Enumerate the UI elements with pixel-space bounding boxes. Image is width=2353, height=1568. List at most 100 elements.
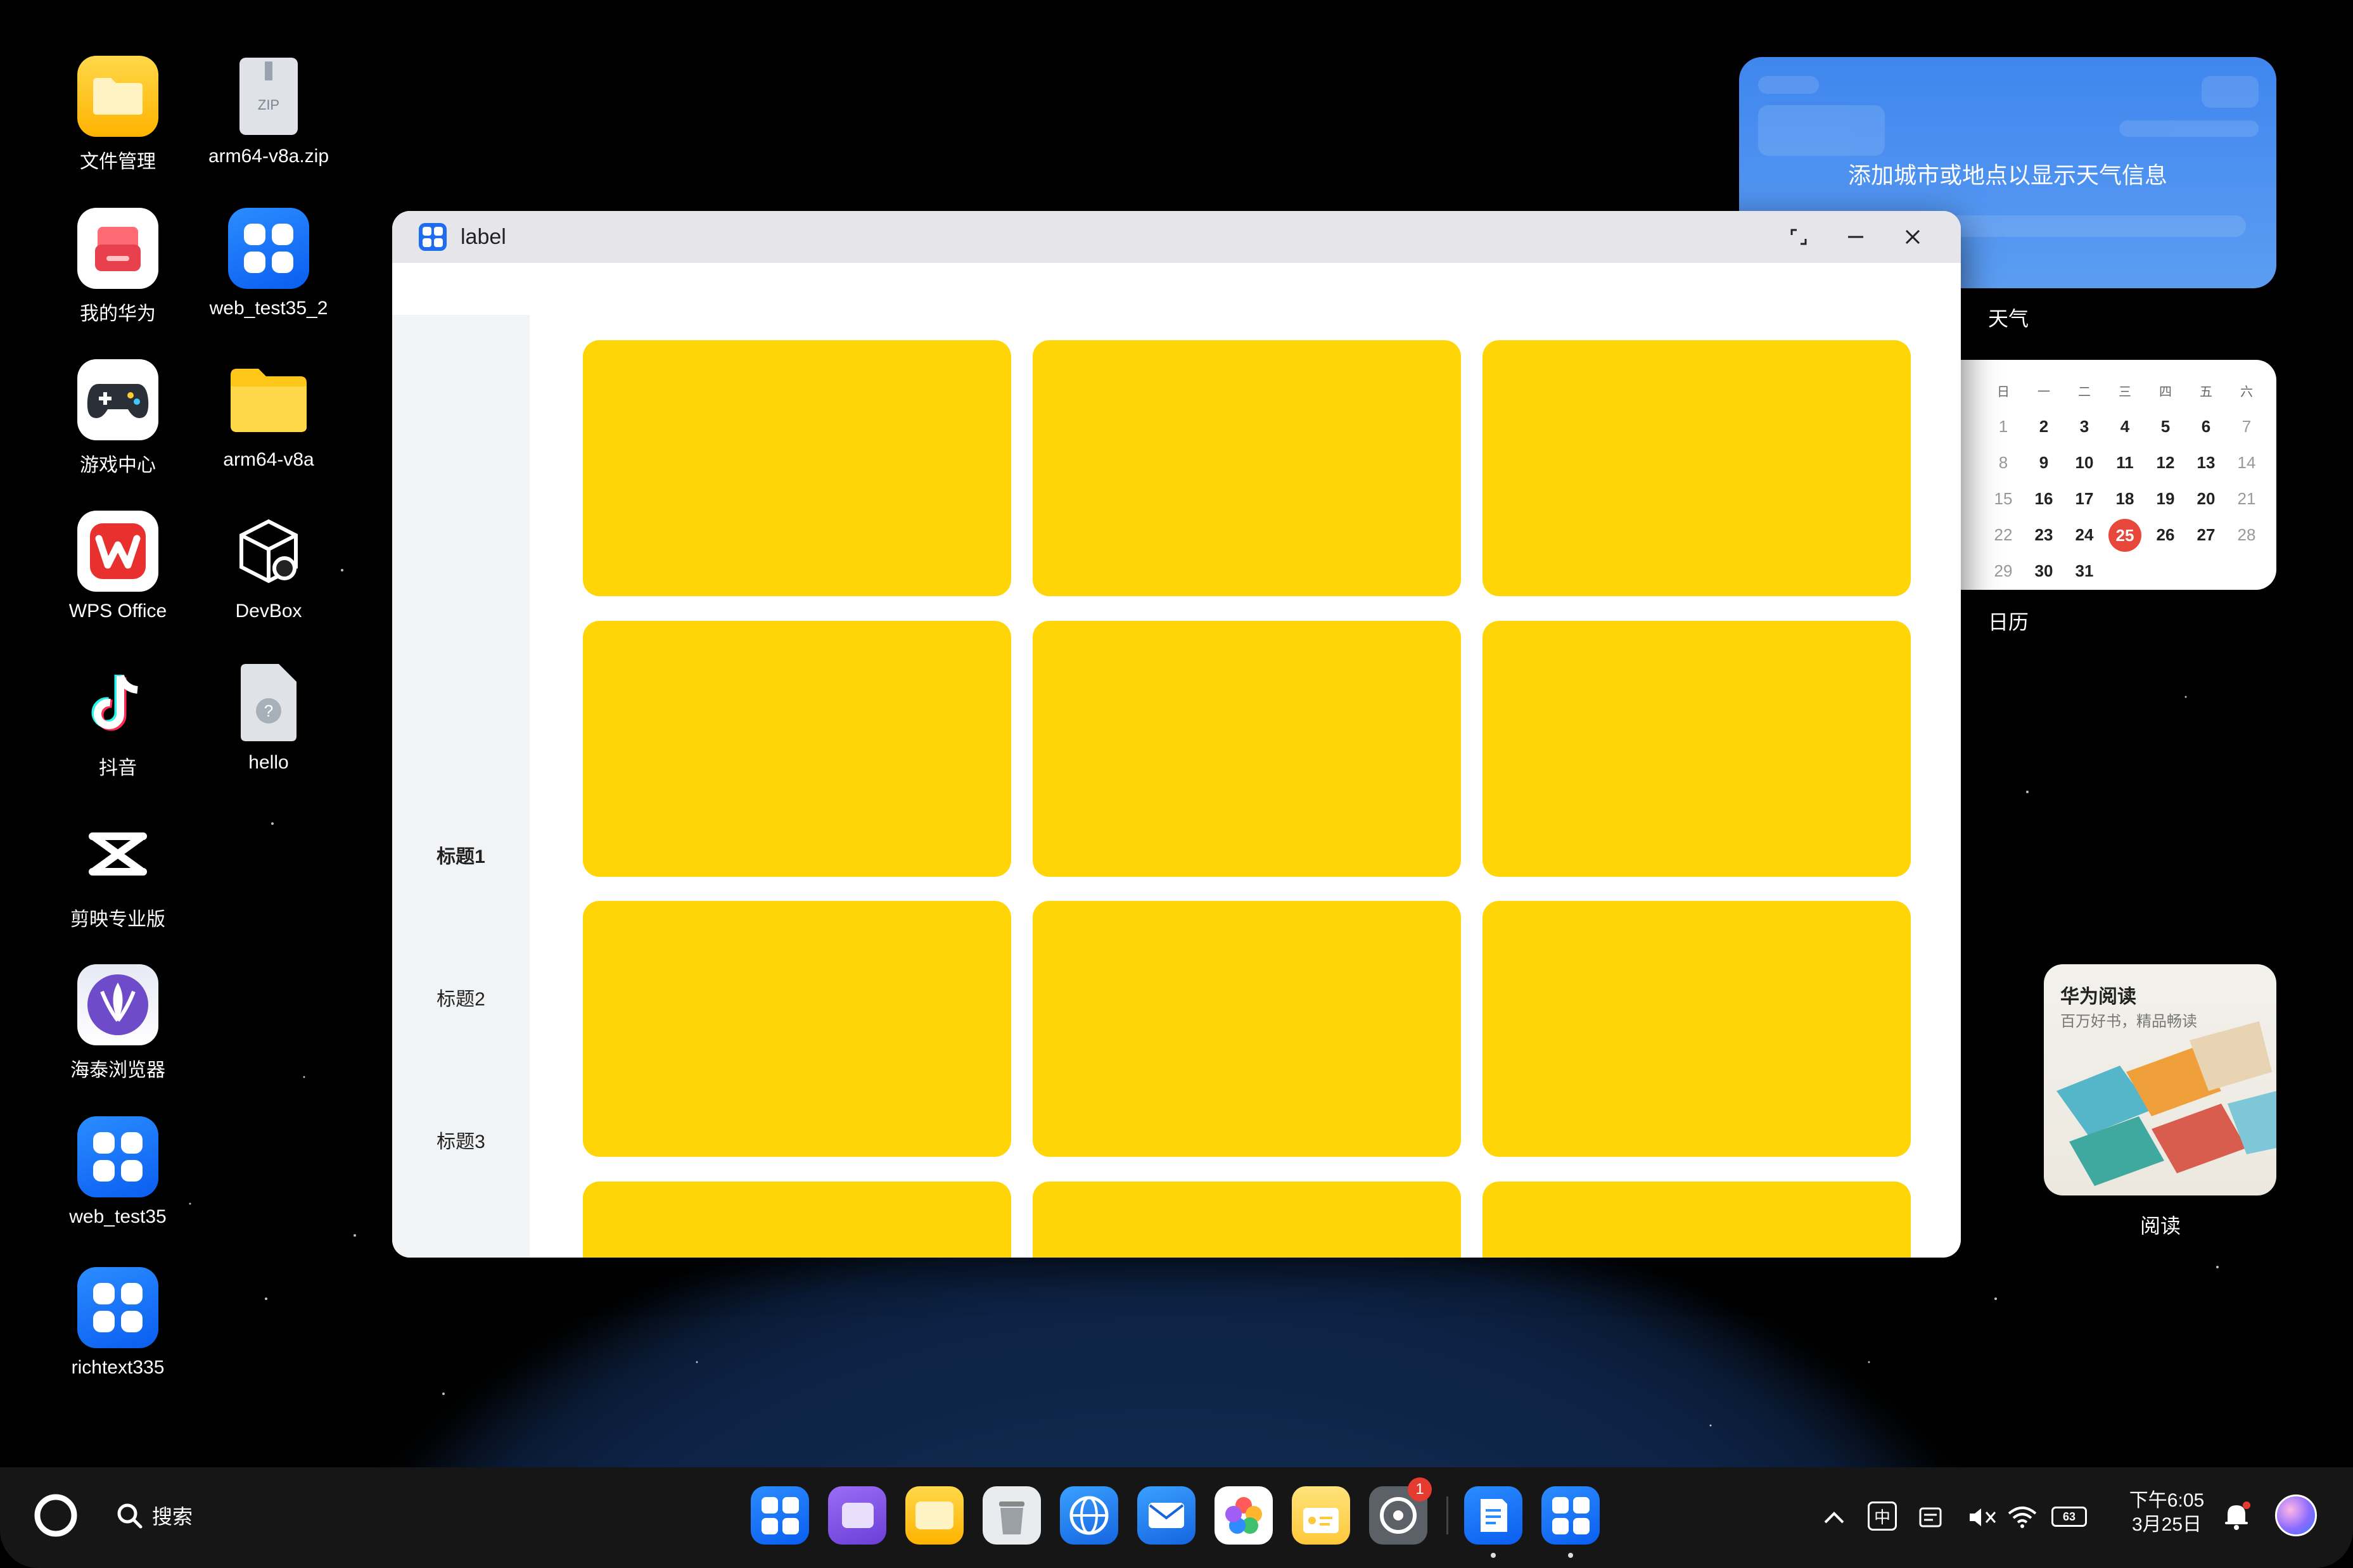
tray-battery[interactable]: 63 [2048,1503,2091,1531]
tray-clipboard[interactable] [1915,1501,1946,1533]
desktop-icon-my-huawei[interactable]: 我的华为 [45,208,191,326]
content-card[interactable] [583,340,1011,596]
assistant-orb[interactable] [2272,1491,2320,1539]
tab-title-3[interactable]: 标题3 [392,1126,530,1154]
content-card[interactable] [1483,1182,1911,1258]
desktop-icon-label: 抖音 [99,758,137,779]
calendar-day[interactable]: 2 [2024,417,2064,437]
dock-recycle-bin[interactable] [983,1486,1041,1545]
running-indicator [1491,1553,1496,1558]
calendar-day[interactable]: 28 [2226,525,2267,545]
desktop-icon-haitai-browser[interactable]: 海泰浏览器 [45,964,191,1082]
content-card[interactable] [583,1182,1011,1258]
calendar-day[interactable]: 17 [2064,489,2105,509]
calendar-day[interactable]: 8 [1983,453,2024,473]
calendar-day[interactable]: 1 [1983,417,2024,437]
content-card[interactable] [583,621,1011,877]
desktop-icon-devbox[interactable]: DevBox [196,511,341,622]
calendar-day[interactable]: 26 [2145,525,2186,545]
content-card[interactable] [1033,340,1461,596]
calendar-day[interactable]: 20 [2186,489,2226,509]
tray-expand-button[interactable] [1818,1501,1850,1533]
calendar-today[interactable]: 25 [2105,518,2145,552]
tray-notifications[interactable] [2217,1496,2255,1534]
window-close-button[interactable] [1894,222,1932,252]
content-card[interactable] [1033,901,1461,1157]
calendar-day[interactable]: 15 [1983,489,2024,509]
tab-title-1[interactable]: 标题1 [392,841,530,869]
content-card[interactable] [1483,340,1911,596]
dock-file-manager[interactable] [905,1486,964,1545]
calendar-day[interactable]: 7 [2226,417,2267,437]
calendar-day[interactable]: 11 [2105,453,2145,473]
desktop-icon-richtext335[interactable]: richtext335 [45,1267,191,1379]
calendar-day[interactable]: 14 [2226,453,2267,473]
dock-app-center[interactable] [751,1486,809,1545]
gallery-icon [1225,1497,1262,1534]
calendar-day[interactable]: 22 [1983,525,2024,545]
tray-clock[interactable]: 下午6:05 3月25日 [2122,1489,2211,1537]
dock-browser[interactable] [1060,1486,1118,1545]
trash-icon [999,1501,1024,1534]
dock-multitask[interactable] [828,1486,886,1545]
windows-icon [842,1503,874,1528]
calendar-day[interactable]: 3 [2064,417,2105,437]
calendar-day[interactable]: 24 [2064,525,2105,545]
calendar-day[interactable]: 16 [2024,489,2064,509]
dock-mail[interactable] [1137,1486,1196,1545]
dock-gallery[interactable] [1215,1486,1273,1545]
content-card[interactable] [1483,621,1911,877]
tab-title-2[interactable]: 标题2 [392,983,530,1011]
app-grid-icon [1552,1496,1590,1534]
content-card[interactable] [583,901,1011,1157]
calendar-day[interactable]: 21 [2226,489,2267,509]
calendar-day[interactable]: 29 [1983,561,2024,581]
calendar-day[interactable]: 6 [2186,417,2226,437]
calendar-day[interactable]: 12 [2145,453,2186,473]
calendar-day[interactable]: 13 [2186,453,2226,473]
desktop-icon-zip-file[interactable]: ZIP arm64-v8a.zip [196,56,341,167]
tray-wifi[interactable] [2005,1501,2040,1533]
desktop-icon-wps-office[interactable]: WPS Office [45,511,191,622]
content-card[interactable] [1483,901,1911,1157]
gamepad-icon [77,359,158,440]
calendar-day[interactable]: 19 [2145,489,2186,509]
window-maximize-button[interactable] [1780,222,1818,252]
dock-open-notepad[interactable] [1464,1486,1522,1545]
calendar-day[interactable]: 10 [2064,453,2105,473]
calendar-day[interactable]: 31 [2064,561,2105,581]
calendar-day[interactable]: 18 [2105,489,2145,509]
window-titlebar[interactable]: label [392,211,1961,263]
desktop-icon-hello[interactable]: ? hello [196,662,341,774]
calendar-widget[interactable]: 日一二三四五六 1 2 3 4 5 6 7 8 9 10 11 12 13 14 15 16 17 18 19 20 21… [1926,360,2276,590]
calendar-day[interactable]: 30 [2024,561,2064,581]
desktop-icon-web-test35-2[interactable]: web_test35_2 [196,208,341,319]
app-grid-icon [419,223,447,251]
desktop-icon-capcut[interactable]: 剪映专业版 [45,813,191,931]
desktop-icon-game-center[interactable]: 游戏中心 [45,359,191,477]
window-minimize-button[interactable] [1837,222,1875,252]
tray-input-method[interactable]: 中 [1868,1501,1897,1531]
calendar-grid: 日一二三四五六 1 2 3 4 5 6 7 8 9 10 11 12 13 14 15 16 17 18 19 20 21… [1983,373,2269,589]
content-card[interactable] [1033,1182,1461,1258]
tray-volume[interactable] [1964,1501,1999,1533]
folder-icon [915,1501,953,1529]
content-card[interactable] [1033,621,1461,877]
calendar-day[interactable]: 4 [2105,417,2145,437]
calendar-day[interactable]: 5 [2145,417,2186,437]
desktop-icon-arm64-folder[interactable]: arm64-v8a [196,359,341,471]
desktop-icon-file-manager[interactable]: 文件管理 [45,56,191,174]
dock-open-label-app[interactable] [1541,1486,1600,1545]
reading-widget[interactable]: 华为阅读 百万好书，精品畅读 [2044,964,2276,1195]
calendar-day[interactable]: 9 [2024,453,2064,473]
start-button[interactable] [30,1490,81,1541]
calendar-day[interactable]: 23 [2024,525,2064,545]
desktop-icon-label: 海泰浏览器 [70,1060,165,1081]
taskbar-search[interactable]: 搜索 [115,1496,193,1534]
calendar-day[interactable]: 27 [2186,525,2226,545]
folder-icon [77,56,158,137]
dock-notes[interactable] [1292,1486,1350,1545]
desktop-icon-web-test35[interactable]: web_test35 [45,1116,191,1228]
desktop-icon-douyin[interactable]: 抖音 [45,662,191,780]
app-grid-icon [761,1496,799,1534]
